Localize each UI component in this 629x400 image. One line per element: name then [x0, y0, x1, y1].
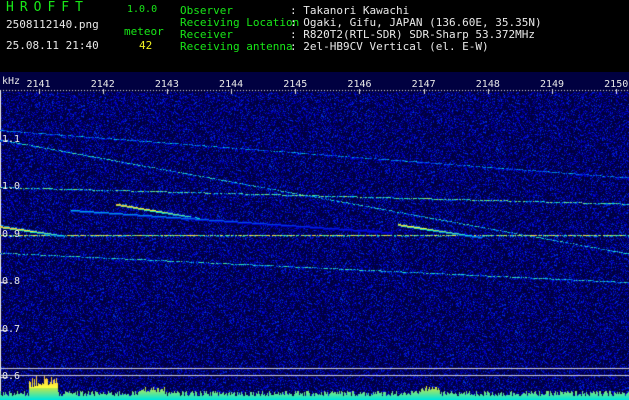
file-name: 2508112140.png	[6, 18, 99, 31]
x-tick-label: 2141	[26, 79, 51, 90]
meteor-label: meteor	[124, 25, 164, 38]
y-unit-label: kHz	[2, 76, 21, 87]
app-version: 1.0.0	[127, 4, 158, 15]
file-datetime: 25.08.11 21:40	[6, 39, 99, 52]
x-tick-label: 2149	[539, 79, 565, 90]
header-panel: HROFFT 1.0.0 2508112140.png 25.08.11 21:…	[0, 0, 629, 72]
x-tick-label: 2150	[604, 79, 629, 90]
y-tick-label: 0.7	[2, 323, 21, 335]
x-tick-label: 2145	[283, 79, 308, 90]
meteor-count: 42	[139, 39, 153, 52]
x-tick-label: 2147	[411, 79, 436, 90]
antenna-label: Receiving antenna	[180, 40, 293, 53]
x-tick-label: 2148	[475, 79, 500, 90]
x-tick-label: 2144	[219, 79, 244, 90]
x-tick-label: 2142	[90, 79, 115, 90]
app-title: HROFFT	[6, 0, 89, 15]
y-tick-label: 0.8	[2, 276, 21, 288]
y-tick-label: 0.9	[2, 228, 21, 240]
x-tick-label: 2143	[154, 79, 179, 90]
y-tick-label: 1.1	[2, 133, 21, 145]
antenna-value: : 2el-HB9CV Vertical (el. E-W)	[290, 40, 489, 53]
x-tick-label: 2146	[347, 79, 372, 90]
y-tick-label: 0.6	[2, 371, 21, 383]
y-tick-label: 1.0	[2, 181, 21, 193]
spectrogram-canvas	[0, 72, 629, 400]
